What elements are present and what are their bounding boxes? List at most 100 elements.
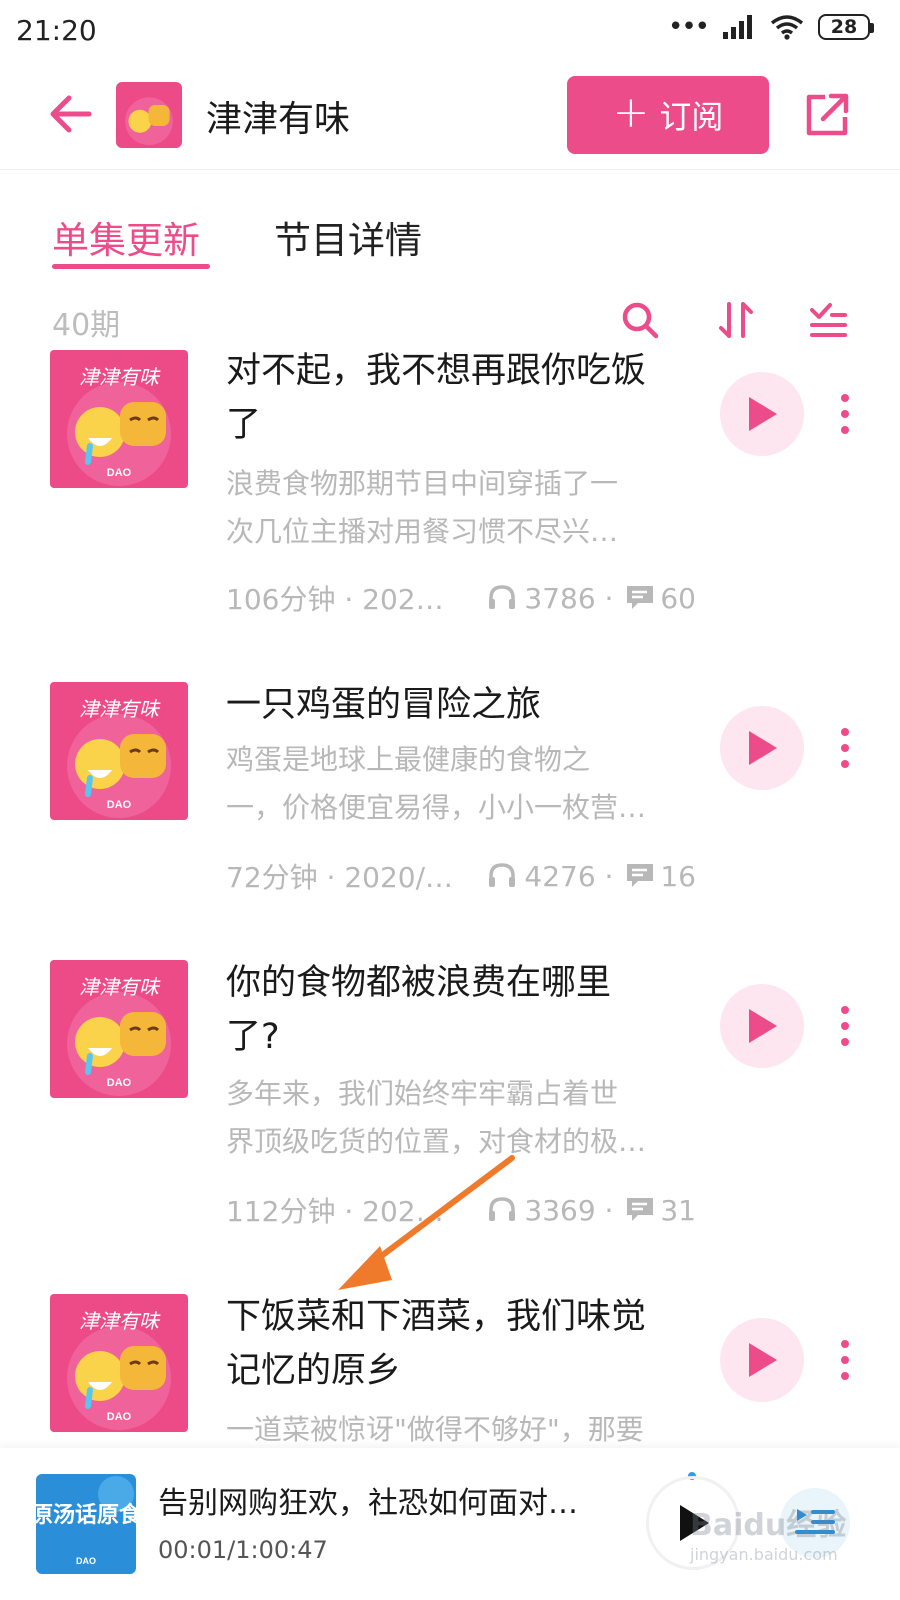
episode-title: 下饭菜和下酒菜，我们味觉 记忆的原乡	[226, 1290, 686, 1398]
play-count: 3369	[488, 1193, 596, 1227]
playlist-button[interactable]	[780, 1488, 850, 1558]
episode-desc-line: 鸡蛋是地球上最健康的食物之	[226, 743, 591, 776]
play-icon	[749, 1343, 777, 1377]
episode-play-button[interactable]	[720, 984, 804, 1068]
now-playing-time: 00:01/1:00:47	[158, 1536, 328, 1564]
comment-count: 16	[626, 860, 696, 893]
status-icons: ••• 28	[667, 12, 874, 42]
episode-description: 鸡蛋是地球上最健康的食物之 一，价格便宜易得，小小一枚营…	[226, 736, 688, 832]
comment-count: 60	[626, 582, 696, 615]
episode-cover: 津津有味 DAO	[50, 1294, 188, 1432]
episode-title: 你的食物都被浪费在哪里 了?	[226, 956, 686, 1064]
back-button[interactable]	[42, 86, 98, 142]
episode-item[interactable]: 津津有味 DAO 对不起，我不想再跟你吃饭 了 浪费食物那期节目中间穿插了一 次…	[0, 350, 900, 670]
cover-art-brand: DAO	[107, 1411, 132, 1423]
podcast-title: 津津有味	[206, 99, 351, 140]
episode-more-button[interactable]	[830, 718, 860, 778]
mini-player-play-button[interactable]	[646, 1476, 740, 1570]
headphones-icon	[489, 863, 516, 887]
list-filter-icon	[810, 303, 847, 337]
cover-art-title: 津津有味	[79, 699, 161, 721]
episode-meta: 72分钟 · 2020/1… 4276 · 16	[226, 856, 696, 896]
plus-icon: +	[612, 87, 650, 138]
play-icon	[749, 1009, 777, 1043]
mini-player[interactable]: 原汤话原食 DAO 告别网购狂欢，社恐如何面对… 00:01/1:00:47	[0, 1448, 900, 1600]
headphones-icon	[489, 1197, 516, 1221]
share-icon	[806, 93, 849, 136]
filter-button[interactable]	[804, 296, 852, 344]
wifi-icon	[770, 15, 804, 40]
status-time: 21:20	[16, 14, 97, 47]
search-icon	[622, 302, 659, 339]
comment-icon	[627, 586, 654, 609]
comment-count-value: 31	[660, 1193, 696, 1227]
more-vertical-icon	[841, 728, 849, 768]
episode-title: 一只鸡蛋的冒险之旅	[226, 678, 686, 732]
episode-list: 津津有味 DAO 对不起，我不想再跟你吃饭 了 浪费食物那期节目中间穿插了一 次…	[0, 350, 900, 1448]
play-count-value: 3369	[524, 1193, 596, 1227]
headphones-icon	[489, 585, 516, 609]
episode-desc-line: 一，价格便宜易得，小小一枚营…	[226, 791, 647, 824]
sort-button[interactable]	[712, 296, 760, 344]
cover-art-title: 津津有味	[79, 1311, 161, 1333]
arrow-left-icon	[50, 95, 92, 133]
sort-icon	[719, 302, 753, 338]
meta-separator: ·	[595, 859, 623, 893]
episode-desc-line: 多年来，我们始终牢牢霸占着世	[226, 1077, 619, 1110]
episode-item[interactable]: 津津有味 DAO 你的食物都被浪费在哪里 了? 多年来，我们始终牢牢霸占着世 界…	[0, 960, 900, 1270]
episode-desc-line: 界顶级吃货的位置，对食材的极…	[226, 1125, 647, 1158]
episode-play-button[interactable]	[720, 706, 804, 790]
cover-art-title: 津津有味	[79, 977, 161, 999]
cover-art-brand: DAO	[107, 467, 132, 479]
episode-more-button[interactable]	[830, 1330, 860, 1390]
episode-title-line: 了?	[226, 1017, 280, 1057]
episode-title: 对不起，我不想再跟你吃饭 了	[226, 350, 686, 452]
episode-description: 一道菜被惊讶"做得不够好"，那要	[226, 1406, 688, 1448]
episode-desc-line: 一道菜被惊讶"做得不够好"，那要	[226, 1413, 644, 1446]
now-playing-title: 告别网购狂欢，社恐如何面对…	[158, 1486, 578, 1521]
share-button[interactable]	[800, 86, 856, 142]
tab-details[interactable]: 节目详情	[274, 210, 422, 264]
battery-indicator: 28	[818, 14, 874, 40]
episode-desc-line: 浪费食物那期节目中间穿插了一	[226, 467, 619, 500]
now-playing-cover-brand: DAO	[76, 1556, 96, 1566]
app-header: 津津有味 + 订阅	[0, 62, 900, 170]
episode-item[interactable]: 津津有味 DAO 下饭菜和下酒菜，我们味觉 记忆的原乡 一道菜被惊讶"做得不够好…	[0, 1294, 900, 1448]
cover-art-brand: DAO	[107, 799, 132, 811]
comment-icon	[627, 864, 654, 887]
play-count-value: 3786	[524, 581, 596, 615]
play-count: 3786	[488, 581, 596, 615]
subscribe-label: 订阅	[659, 98, 724, 136]
episode-more-button[interactable]	[830, 384, 860, 444]
episode-more-button[interactable]	[830, 996, 860, 1056]
episode-item[interactable]: 津津有味 DAO 一只鸡蛋的冒险之旅 鸡蛋是地球上最健康的食物之 一，价格便宜易…	[0, 682, 900, 962]
status-bar: 21:20 ••• 28	[0, 0, 900, 62]
episode-duration-date: 106分钟 · 2020/…	[226, 583, 455, 616]
tab-episodes[interactable]: 单集更新	[52, 210, 200, 264]
episode-description: 多年来，我们始终牢牢霸占着世 界顶级吃货的位置，对食材的极…	[226, 1070, 688, 1166]
subscribe-button[interactable]: + 订阅	[567, 76, 769, 154]
episode-cover: 津津有味 DAO	[50, 350, 188, 488]
more-vertical-icon	[841, 394, 849, 434]
search-button[interactable]	[616, 296, 664, 344]
episode-title-line: 下饭菜和下酒菜，我们味觉	[226, 1297, 647, 1337]
episode-play-button[interactable]	[720, 372, 804, 456]
episode-duration-date: 72分钟 · 2020/1…	[226, 861, 455, 894]
episode-desc-line: 次几位主播对用餐习惯不尽兴…	[226, 515, 619, 548]
cover-art-title: 津津有味	[79, 367, 161, 389]
episode-meta: 112分钟 · 2020/… 3369 · 31	[226, 1190, 696, 1230]
now-playing-cover: 原汤话原食 DAO	[36, 1474, 136, 1574]
play-icon	[749, 731, 777, 765]
meta-separator: ·	[595, 581, 623, 615]
playlist-icon	[795, 1509, 835, 1534]
play-icon	[749, 397, 777, 431]
episode-duration-date: 112分钟 · 2020/…	[226, 1195, 455, 1228]
comment-count: 31	[626, 1194, 696, 1227]
comment-icon	[627, 1198, 654, 1221]
episode-count: 40期	[52, 308, 121, 343]
episode-play-button[interactable]	[720, 1318, 804, 1402]
tab-bar: 单集更新 节目详情	[0, 200, 900, 280]
play-icon	[680, 1505, 709, 1541]
signal-icon	[723, 15, 752, 39]
more-dots-icon: •••	[667, 12, 710, 42]
